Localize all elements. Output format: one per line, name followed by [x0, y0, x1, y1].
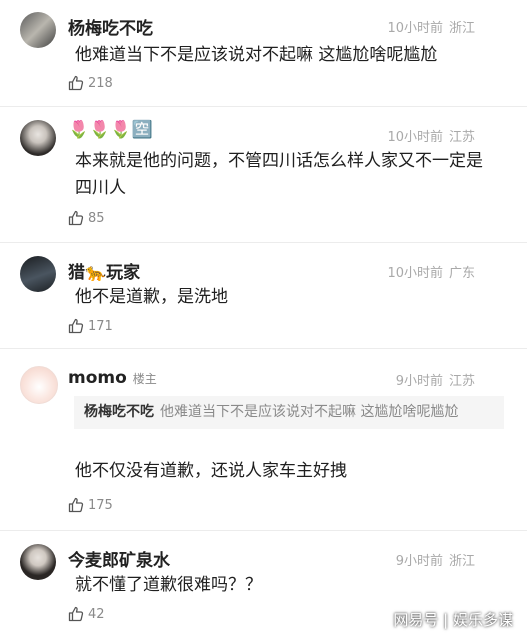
comment-text: 就不懂了道歉很难吗？？	[75, 575, 262, 595]
comment-text: 本来就是他的问题，不管四川话怎么样人家又不一定是四川人	[75, 151, 483, 198]
avatar[interactable]	[20, 544, 56, 580]
comment-username[interactable]: 猎🐆玩家	[68, 258, 140, 283]
comment-location: 浙江	[448, 554, 475, 569]
comment-meta: 9小时前 浙江	[396, 550, 475, 569]
thumbs-up-icon	[68, 210, 84, 226]
comment-location: 浙江	[448, 21, 475, 36]
thumbs-up-icon	[68, 75, 84, 91]
like-button[interactable]: 42	[68, 606, 105, 622]
comment-username[interactable]: 今麦郎矿泉水	[68, 546, 170, 571]
like-button[interactable]: 171	[68, 318, 113, 334]
comment-meta: 9小时前 江苏	[396, 370, 475, 389]
quoted-comment[interactable]: 杨梅吃不吃 他难道当下不是应该说对不起嘛 这尴尬啥呢尴尬	[74, 396, 504, 429]
comment-username[interactable]: 杨梅吃不吃	[68, 14, 153, 39]
thumbs-up-icon	[68, 606, 84, 622]
comment-meta: 10小时前 江苏	[387, 126, 475, 145]
comment-username[interactable]: 🌷🌷🌷🈳	[68, 120, 153, 140]
username-text: momo	[68, 368, 127, 388]
thumbs-up-icon	[68, 497, 84, 513]
comment-item: momo 楼主 9小时前 江苏 杨梅吃不吃 他难道当下不是应该说对不起嘛 这尴尬啥呢尴…	[0, 348, 527, 531]
like-button[interactable]: 175	[68, 497, 113, 513]
comment-username[interactable]: momo 楼主	[68, 368, 157, 388]
comment-location: 江苏	[448, 130, 475, 145]
like-button[interactable]: 218	[68, 75, 113, 91]
avatar[interactable]	[20, 366, 58, 404]
comment-location: 江苏	[448, 374, 475, 389]
comment-meta: 10小时前 广东	[387, 262, 475, 281]
comment-time: 9小时前	[395, 374, 443, 389]
like-count: 85	[88, 210, 105, 226]
comment-item: 🌷🌷🌷🈳 10小时前 江苏 本来就是他的问题，不管四川话怎么样人家又不一定是四川人…	[0, 106, 527, 243]
comment-text: 他难道当下不是应该说对不起嘛 这尴尬啥呢尴尬	[75, 45, 438, 65]
avatar[interactable]	[20, 12, 56, 48]
like-count: 42	[88, 606, 105, 622]
like-count: 171	[88, 318, 113, 334]
comment-time: 10小时前	[387, 21, 443, 36]
thumbs-up-icon	[68, 318, 84, 334]
quoted-username: 杨梅吃不吃	[84, 404, 154, 420]
like-count: 175	[88, 497, 113, 513]
owner-badge: 楼主	[132, 372, 157, 386]
avatar[interactable]	[20, 120, 56, 156]
comment-text: 他不是道歉，是洗地	[75, 287, 228, 307]
comment-location: 广东	[448, 266, 475, 281]
like-button[interactable]: 85	[68, 210, 105, 226]
like-count: 218	[88, 75, 113, 91]
comment-time: 10小时前	[387, 130, 443, 145]
watermark: 网易号 | 娱乐多谋	[393, 611, 513, 629]
comment-item: 杨梅吃不吃 10小时前 浙江 他难道当下不是应该说对不起嘛 这尴尬啥呢尴尬 218	[0, 0, 527, 107]
quoted-text: 他难道当下不是应该说对不起嘛 这尴尬啥呢尴尬	[160, 404, 459, 420]
avatar[interactable]	[20, 256, 56, 292]
comment-time: 10小时前	[387, 266, 443, 281]
comment-time: 9小时前	[395, 554, 443, 569]
comment-meta: 10小时前 浙江	[387, 17, 475, 36]
comment-item: 猎🐆玩家 10小时前 广东 他不是道歉，是洗地 171	[0, 242, 527, 349]
comment-text: 他不仅没有道歉，还说人家车主好拽	[75, 461, 347, 481]
